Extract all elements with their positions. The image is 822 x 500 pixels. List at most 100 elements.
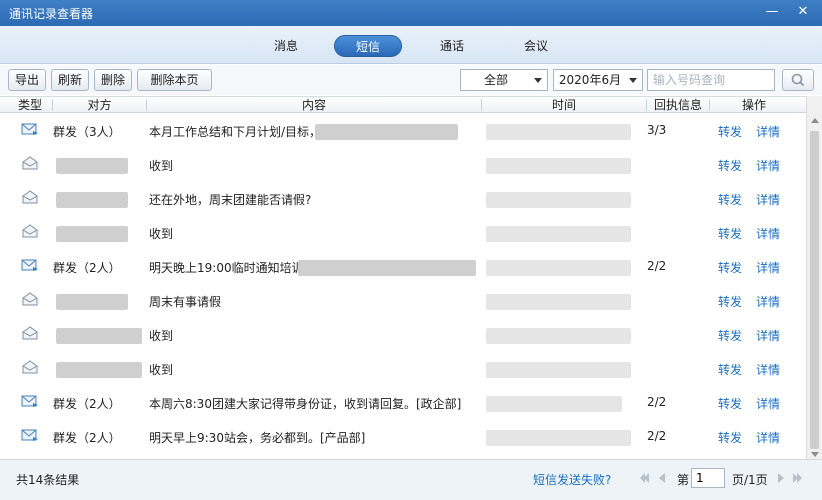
column-header-actions: 操作 <box>741 98 766 112</box>
message-content: 收到 <box>149 363 174 377</box>
redacted-time <box>486 158 631 174</box>
redacted-time <box>486 260 631 276</box>
minimize-button[interactable]: — <box>760 2 784 22</box>
forward-link[interactable]: 转发 <box>718 361 742 378</box>
table-row[interactable]: 周末有事请假 转发 详情 <box>0 284 806 318</box>
export-button[interactable]: 导出 <box>8 69 46 91</box>
table-row[interactable]: 收到 转发 详情 <box>0 352 806 386</box>
scroll-down-icon[interactable] <box>811 452 819 457</box>
detail-link[interactable]: 详情 <box>756 157 780 174</box>
sent-mail-icon <box>21 123 38 135</box>
delete-button[interactable]: 删除 <box>94 69 132 91</box>
scroll-up-icon[interactable] <box>811 118 819 123</box>
redacted-time <box>486 226 631 242</box>
forward-link[interactable]: 转发 <box>718 293 742 310</box>
party-name: 群发（3人） <box>53 125 121 139</box>
tab-bar: 消息 短信 通话 会议 <box>0 26 822 64</box>
table-row[interactable]: 群发（2人） 明天晚上19:00临时通知培训 2/2 转发 详情 <box>0 250 806 284</box>
refresh-button[interactable]: 刷新 <box>51 69 89 91</box>
column-header-content[interactable]: 内容 <box>147 97 481 113</box>
result-count: 共14条结果 <box>16 473 80 487</box>
received-mail-icon <box>22 190 38 204</box>
column-header-party[interactable]: 对方 <box>53 97 146 113</box>
received-mail-icon <box>22 326 38 340</box>
redacted-time <box>486 430 631 446</box>
detail-link[interactable]: 详情 <box>756 293 780 310</box>
table-row[interactable]: 收到 转发 详情 <box>0 318 806 352</box>
forward-link[interactable]: 转发 <box>718 259 742 276</box>
chevron-down-icon <box>629 78 637 83</box>
redacted-time <box>486 294 631 310</box>
title-bar: 通讯记录查看器 — ✕ <box>0 0 822 26</box>
search-button[interactable] <box>782 69 814 91</box>
sent-mail-icon <box>21 395 38 407</box>
window-title: 通讯记录查看器 <box>9 7 94 21</box>
detail-link[interactable]: 详情 <box>756 225 780 242</box>
search-input[interactable] <box>647 69 775 91</box>
tab-messages[interactable]: 消息 <box>266 35 306 57</box>
redacted-time <box>486 124 631 140</box>
detail-link[interactable]: 详情 <box>756 395 780 412</box>
toolbar: 导出 刷新 删除 删除本页 全部 2020年6月 <box>0 65 822 95</box>
message-content: 收到 <box>149 329 174 343</box>
tab-sms[interactable]: 短信 <box>334 35 402 57</box>
sent-mail-icon <box>21 429 38 441</box>
sms-failed-help-link[interactable]: 短信发送失败? <box>533 471 611 488</box>
forward-link[interactable]: 转发 <box>718 157 742 174</box>
column-header-time[interactable]: 时间 <box>482 97 646 113</box>
party-name: 群发（2人） <box>53 261 121 275</box>
forward-link[interactable]: 转发 <box>718 327 742 344</box>
type-filter-select[interactable]: 全部 <box>460 69 548 91</box>
message-content: 周末有事请假 <box>149 295 222 309</box>
redacted-party <box>56 362 142 378</box>
sent-mail-icon <box>21 259 38 271</box>
redacted-time <box>486 396 622 412</box>
forward-link[interactable]: 转发 <box>718 429 742 446</box>
first-page-icon-bar <box>644 473 649 483</box>
detail-link[interactable]: 详情 <box>756 429 780 446</box>
detail-link[interactable]: 详情 <box>756 259 780 276</box>
detail-link[interactable]: 详情 <box>756 123 780 140</box>
month-value: 2020年6月 <box>558 73 622 87</box>
message-content: 收到 <box>149 227 174 241</box>
month-select[interactable]: 2020年6月 <box>553 69 643 91</box>
table-row[interactable]: 收到 转发 详情 <box>0 216 806 250</box>
tab-calls[interactable]: 通话 <box>432 35 472 57</box>
type-filter-value: 全部 <box>483 73 508 87</box>
redacted-party <box>56 294 128 310</box>
page-number-input[interactable] <box>691 468 725 488</box>
vertical-scrollbar[interactable] <box>806 96 822 459</box>
detail-link[interactable]: 详情 <box>756 327 780 344</box>
table-row[interactable]: 群发（2人） 本周六8:30团建大家记得带身份证，收到请回复。[政企部] 2/2… <box>0 386 806 420</box>
column-header-receipt[interactable]: 回执信息 <box>647 97 709 113</box>
party-name: 群发（2人） <box>53 397 121 411</box>
table-row[interactable]: 收到 转发 详情 <box>0 148 806 182</box>
last-page-icon-bar <box>797 473 802 483</box>
redacted-party <box>56 328 142 344</box>
redacted-text <box>315 124 458 140</box>
column-header-type[interactable]: 类型 <box>8 97 52 113</box>
close-button[interactable]: ✕ <box>791 2 815 22</box>
forward-link[interactable]: 转发 <box>718 123 742 140</box>
search-icon <box>791 73 805 87</box>
message-content: 还在外地，周末团建能否请假? <box>149 193 312 207</box>
next-page-icon[interactable] <box>778 473 784 483</box>
table-row[interactable]: 群发（3人） 本月工作总结和下月计划/目标， 3/3 转发 详情 <box>0 114 806 148</box>
receipt-info: 2/2 <box>647 429 667 443</box>
redacted-time <box>486 362 631 378</box>
delete-page-button[interactable]: 删除本页 <box>137 69 212 91</box>
table-row[interactable]: 还在外地，周末团建能否请假? 转发 详情 <box>0 182 806 216</box>
scrollbar-thumb[interactable] <box>810 131 819 449</box>
forward-link[interactable]: 转发 <box>718 395 742 412</box>
page-suffix: 页/1页 <box>732 473 768 487</box>
redacted-party <box>56 158 128 174</box>
detail-link[interactable]: 详情 <box>756 191 780 208</box>
tab-meetings[interactable]: 会议 <box>516 35 556 57</box>
detail-link[interactable]: 详情 <box>756 361 780 378</box>
received-mail-icon <box>22 224 38 238</box>
prev-page-icon[interactable] <box>659 473 665 483</box>
forward-link[interactable]: 转发 <box>718 225 742 242</box>
forward-link[interactable]: 转发 <box>718 191 742 208</box>
sms-list: 群发（3人） 本月工作总结和下月计划/目标， 3/3 转发 详情 收到 转发 详… <box>0 114 806 459</box>
table-row[interactable]: 群发（2人） 明天早上9:30站会，务必都到。[产品部] 2/2 转发 详情 <box>0 420 806 454</box>
